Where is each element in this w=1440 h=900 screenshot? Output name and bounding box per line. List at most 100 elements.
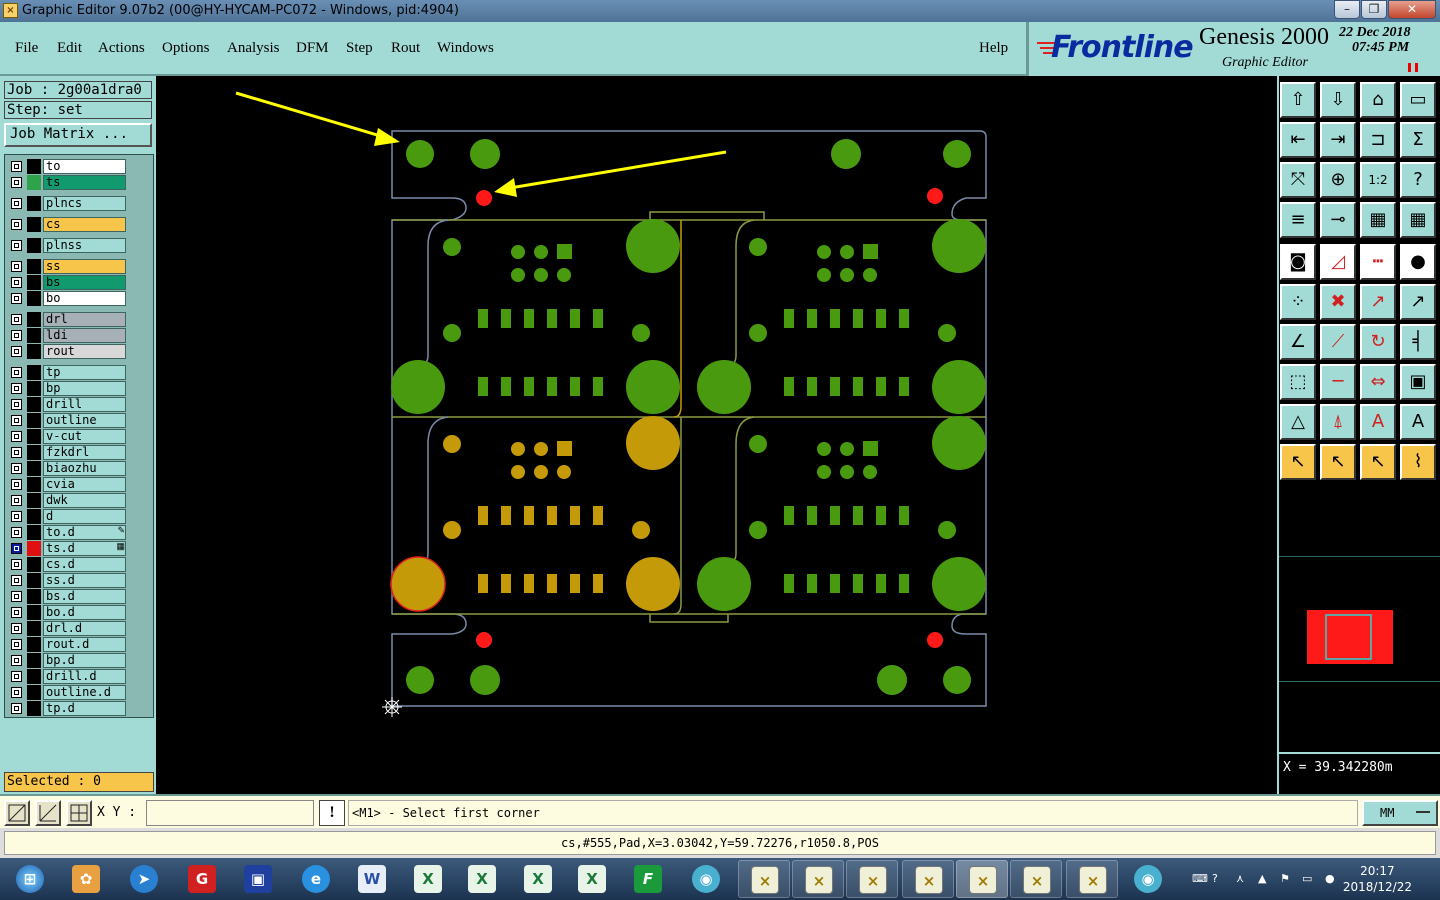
line-select-button[interactable]: ◿ — [1320, 244, 1356, 280]
smd-pad[interactable] — [876, 574, 886, 593]
layer-color-swatch[interactable] — [27, 461, 41, 476]
layer-color-swatch[interactable] — [27, 196, 41, 211]
pad[interactable] — [831, 139, 861, 169]
layer-checkbox[interactable] — [11, 161, 22, 172]
smd-pad[interactable] — [570, 506, 580, 525]
layer-name[interactable]: bs — [43, 275, 126, 290]
layer-checkbox[interactable] — [11, 293, 22, 304]
select-path-button[interactable]: ⌇ — [1400, 444, 1436, 480]
pad[interactable] — [817, 245, 831, 259]
layer-row-cs-d[interactable]: cs.d — [7, 557, 127, 572]
select-arrow-button[interactable]: ↖ — [1280, 444, 1316, 480]
layer-checkbox[interactable] — [11, 383, 22, 394]
layer-name[interactable]: cvia — [43, 477, 126, 492]
layer-color-swatch[interactable] — [27, 328, 41, 343]
pad[interactable] — [840, 442, 854, 456]
pad[interactable] — [406, 666, 434, 694]
layer-name[interactable]: outline.d — [43, 685, 126, 700]
layer-name[interactable]: plnss — [43, 238, 126, 253]
layer-row-to-d[interactable]: to.d ✎ — [7, 525, 127, 540]
layer-name[interactable]: plncs — [43, 196, 126, 211]
layer-name[interactable]: outline — [43, 413, 126, 428]
select-box-button[interactable]: ↖ — [1320, 444, 1356, 480]
smd-pad[interactable] — [876, 506, 886, 525]
units-select[interactable]: MM — [1362, 800, 1438, 826]
layer-name[interactable]: ss.d — [43, 573, 126, 588]
smd-pad[interactable] — [547, 309, 557, 328]
layer-row-outline-d[interactable]: outline.d — [7, 685, 127, 700]
unit-pads-group[interactable] — [390, 219, 986, 612]
pad[interactable] — [511, 245, 525, 259]
smd-pad[interactable] — [524, 309, 534, 328]
smd-pad[interactable] — [830, 309, 840, 328]
scale-1to2-button[interactable]: 1:2 — [1360, 162, 1396, 198]
layer-color-swatch[interactable] — [27, 344, 41, 359]
layer-checkbox[interactable] — [11, 479, 22, 490]
smd-pad[interactable] — [853, 309, 863, 328]
window-title-bar[interactable]: × Graphic Editor 9.07b2 (00@HY-HYCAM-PC0… — [0, 0, 1440, 22]
taskbar-app-genesis-2[interactable]: ◉ — [1122, 860, 1174, 898]
layer-name[interactable]: biaozhu — [43, 461, 126, 476]
smd-pad[interactable] — [501, 309, 511, 328]
minimize-button[interactable]: – — [1334, 0, 1360, 19]
smd-pad[interactable] — [830, 506, 840, 525]
large-pad[interactable] — [626, 416, 680, 470]
taskbar-app-g[interactable]: G — [176, 860, 228, 898]
layer-color-swatch[interactable] — [27, 159, 41, 174]
layer-name[interactable]: to.d — [43, 525, 126, 540]
layer-checkbox[interactable] — [11, 314, 22, 325]
pad[interactable] — [557, 268, 571, 282]
layer-row-bs-d[interactable]: bs.d — [7, 589, 127, 604]
layer-checkbox[interactable] — [11, 527, 22, 538]
zoom-page-button[interactable]: ⇩ — [1320, 82, 1356, 118]
taskbar-app-ie[interactable]: e — [290, 860, 342, 898]
layer-row-rout[interactable]: rout — [7, 344, 127, 359]
layer-name[interactable]: v-cut — [43, 429, 126, 444]
pad[interactable] — [863, 268, 877, 282]
taskbar-app-excel-3[interactable]: X — [512, 860, 564, 898]
layer-color-swatch[interactable] — [27, 493, 41, 508]
layer-checkbox[interactable] — [11, 463, 22, 474]
security-tray-icon[interactable]: ● — [1325, 872, 1335, 885]
pad[interactable] — [470, 665, 500, 695]
layer-checkbox[interactable] — [11, 346, 22, 357]
layer-color-swatch[interactable] — [27, 621, 41, 636]
layer-name[interactable]: d — [43, 509, 126, 524]
pad[interactable] — [749, 238, 767, 256]
smd-pad[interactable] — [863, 244, 878, 259]
pan-left-button[interactable]: ⇤ — [1280, 122, 1316, 158]
route-tool-button[interactable]: ▦ — [1360, 202, 1396, 238]
layer-checkbox[interactable] — [11, 431, 22, 442]
fiducial-pad[interactable] — [476, 632, 492, 648]
layer-row-tp[interactable]: tp — [7, 365, 127, 380]
layer-checkbox[interactable] — [11, 543, 22, 554]
smd-pad[interactable] — [593, 506, 603, 525]
layer-name[interactable]: cs.d — [43, 557, 126, 572]
layer-name[interactable]: to — [43, 159, 126, 174]
pad[interactable] — [877, 665, 907, 695]
layer-checkbox[interactable] — [11, 415, 22, 426]
layer-name[interactable]: ts — [43, 175, 126, 190]
pad[interactable] — [863, 465, 877, 479]
diagonal-line-button[interactable]: ⟋ — [1320, 324, 1356, 360]
pad[interactable] — [840, 268, 854, 282]
smd-pad[interactable] — [899, 309, 909, 328]
smd-pad[interactable] — [899, 574, 909, 593]
smd-pad[interactable] — [547, 574, 557, 593]
triangle-arrow-button[interactable]: ⍋ — [1320, 404, 1356, 440]
smd-pad[interactable] — [593, 377, 603, 396]
pad[interactable] — [943, 140, 971, 168]
start-button[interactable]: ⊞ — [4, 860, 56, 898]
menu-dfm[interactable]: DFM — [296, 40, 329, 57]
menu-rout[interactable]: Rout — [391, 40, 420, 57]
delete-feature-button[interactable]: ✖ — [1320, 284, 1356, 320]
layer-row-cvia[interactable]: cvia — [7, 477, 127, 492]
smd-pad[interactable] — [501, 377, 511, 396]
pad[interactable] — [749, 324, 767, 342]
minimap[interactable] — [1279, 556, 1440, 682]
taskbar-app-word[interactable]: W — [346, 860, 398, 898]
layer-row-drill[interactable]: drill — [7, 397, 127, 412]
taskbar-window-7[interactable]: × — [1066, 860, 1118, 898]
layer-name[interactable]: tp — [43, 365, 126, 380]
layer-row-drl[interactable]: drl — [7, 312, 127, 327]
